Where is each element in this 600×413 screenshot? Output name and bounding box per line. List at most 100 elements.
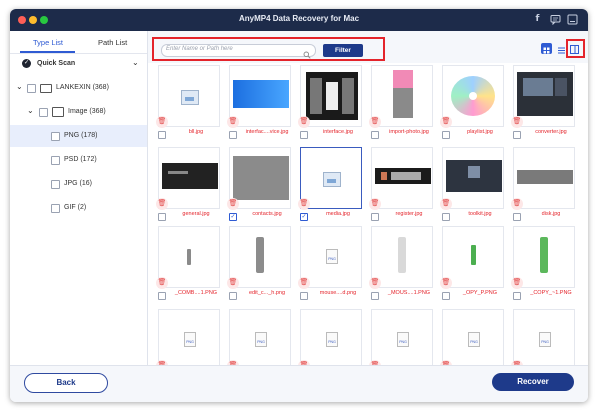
file-thumbnail[interactable]: 🗑 [298,65,362,128]
tree-item-label: GIF (2) [64,204,87,211]
file-thumbnail[interactable]: 🗑 [511,147,575,210]
png-checkbox[interactable] [51,132,60,141]
file-thumbnail[interactable]: PNG🗑 [440,309,504,365]
sidebar-tabs: Type List Path List [10,31,147,54]
menu-icon[interactable] [567,14,578,25]
search-input[interactable]: Enter Name or Path here [161,44,316,59]
file-name: _COPY_~1.PNG [530,290,572,296]
grid-view-icon[interactable] [541,43,552,54]
file-checkbox[interactable] [300,131,308,139]
file-checkbox[interactable]: ✓ [229,213,237,221]
file-checkbox[interactable] [158,131,166,139]
file-thumbnail[interactable]: 🗑 [440,65,504,128]
tree-item-label: Image (368) [68,108,106,115]
file-thumbnail[interactable]: 🗑 [369,147,433,210]
file-name: interfac....vice.jpg [245,129,289,135]
file-checkbox[interactable] [300,292,308,300]
file-thumbnail[interactable]: 🗑 [511,226,575,289]
trash-icon: 🗑 [369,116,381,128]
file-thumbnail[interactable]: 🗑 [227,147,291,210]
trash-icon: 🗑 [227,198,239,210]
image-checkbox[interactable] [39,108,48,117]
trash-icon: 🗑 [369,277,381,289]
file-checkbox[interactable] [371,213,379,221]
feedback-icon[interactable] [550,14,561,26]
file-checkbox[interactable]: ✓ [300,213,308,221]
image-folder-icon [52,107,64,117]
file-thumbnail[interactable]: 🗑 [369,226,433,289]
expand-arrow-icon[interactable]: ⌄ [27,106,34,115]
tree-item-label: JPG (16) [64,180,93,187]
file-thumbnail[interactable]: 🗑 [227,226,291,289]
file-checkbox[interactable] [442,292,450,300]
file-thumbnail[interactable]: PNG🗑 [156,309,220,365]
file-thumbnail[interactable]: 🗑 [227,65,291,128]
file-name: disk.jpg [541,211,561,217]
title-bar: AnyMP4 Data Recovery for Mac f [10,9,588,31]
tree-item-label: PNG (178) [64,132,98,139]
recover-button[interactable]: Recover [492,373,574,391]
tab-path-list[interactable]: Path List [98,38,127,47]
file-checkbox[interactable] [371,131,379,139]
trash-icon: 🗑 [156,198,168,210]
trash-icon: 🗑 [440,198,452,210]
file-name: edit_c..._h.png [248,290,286,296]
quick-scan-row[interactable]: ✓ Quick Scan ⌄ [10,53,147,75]
psd-checkbox[interactable] [51,156,60,165]
file-checkbox[interactable] [371,292,379,300]
quick-scan-label: Quick Scan [37,60,76,67]
file-thumbnail[interactable]: 🗑 [298,147,362,210]
tree-item-gif[interactable]: GIF (2) [10,197,147,219]
trash-icon: 🗑 [511,277,523,289]
tree-item-png[interactable]: PNG (178) [10,125,147,147]
window-title: AnyMP4 Data Recovery for Mac [238,14,360,23]
file-thumbnail[interactable]: 🗑 [440,147,504,210]
facebook-icon[interactable]: f [532,14,543,25]
file-checkbox[interactable] [158,292,166,300]
preview-panel-icon[interactable] [569,42,580,54]
filter-button[interactable]: Filter [323,44,363,57]
file-name: contacts.jpg [252,211,282,217]
tree-item-jpg[interactable]: JPG (16) [10,173,147,195]
file-checkbox[interactable] [442,213,450,221]
file-checkbox[interactable] [513,131,521,139]
file-thumbnail[interactable]: PNG🗑 [511,309,575,365]
jpg-checkbox[interactable] [51,180,60,189]
file-checkbox[interactable] [229,131,237,139]
chevron-down-icon[interactable]: ⌄ [132,58,139,67]
trash-icon: 🗑 [298,277,310,289]
tab-type-list[interactable]: Type List [33,38,63,47]
tree-item-psd[interactable]: PSD (172) [10,149,147,171]
main-panel: Enter Name or Path here Filter 🗑 bll.jpg 🗑… [148,31,588,365]
file-checkbox[interactable] [513,292,521,300]
file-name: _OPY_P.PNG [462,290,498,296]
file-thumbnail[interactable]: PNG🗑 [298,226,362,289]
file-thumbnail[interactable]: PNG🗑 [298,309,362,365]
file-thumbnail[interactable]: 🗑 [440,226,504,289]
file-thumbnail[interactable]: PNG🗑 [227,309,291,365]
back-button[interactable]: Back [24,373,108,393]
tree-item-lankexin[interactable]: ⌄ LANKEXIN (368) [10,77,147,99]
trash-icon: 🗑 [156,277,168,289]
file-thumbnail[interactable]: 🗑 [511,65,575,128]
file-checkbox[interactable] [442,131,450,139]
file-thumbnail[interactable]: 🗑 [156,226,220,289]
file-thumbnail[interactable]: PNG🗑 [369,309,433,365]
search-icon[interactable] [303,46,311,64]
file-thumbnail[interactable]: 🗑 [156,147,220,210]
search-placeholder: Enter Name or Path here [166,46,233,52]
expand-arrow-icon[interactable]: ⌄ [16,82,23,91]
file-checkbox[interactable] [229,292,237,300]
gif-checkbox[interactable] [51,204,60,213]
file-thumbnail[interactable]: 🗑 [156,65,220,128]
lankexin-checkbox[interactable] [27,84,36,93]
file-checkbox[interactable] [513,213,521,221]
file-name: toolkit.jpg [468,211,492,217]
tree-item-image[interactable]: ⌄ Image (368) [10,101,147,123]
file-thumbnail[interactable]: 🗑 [369,65,433,128]
footer-bar: Back Recover [10,365,588,402]
file-checkbox[interactable] [158,213,166,221]
file-name: _MOUS....1.PNG [387,290,431,296]
file-name: media.jpg [326,211,350,217]
file-name: bll.jpg [188,129,204,135]
